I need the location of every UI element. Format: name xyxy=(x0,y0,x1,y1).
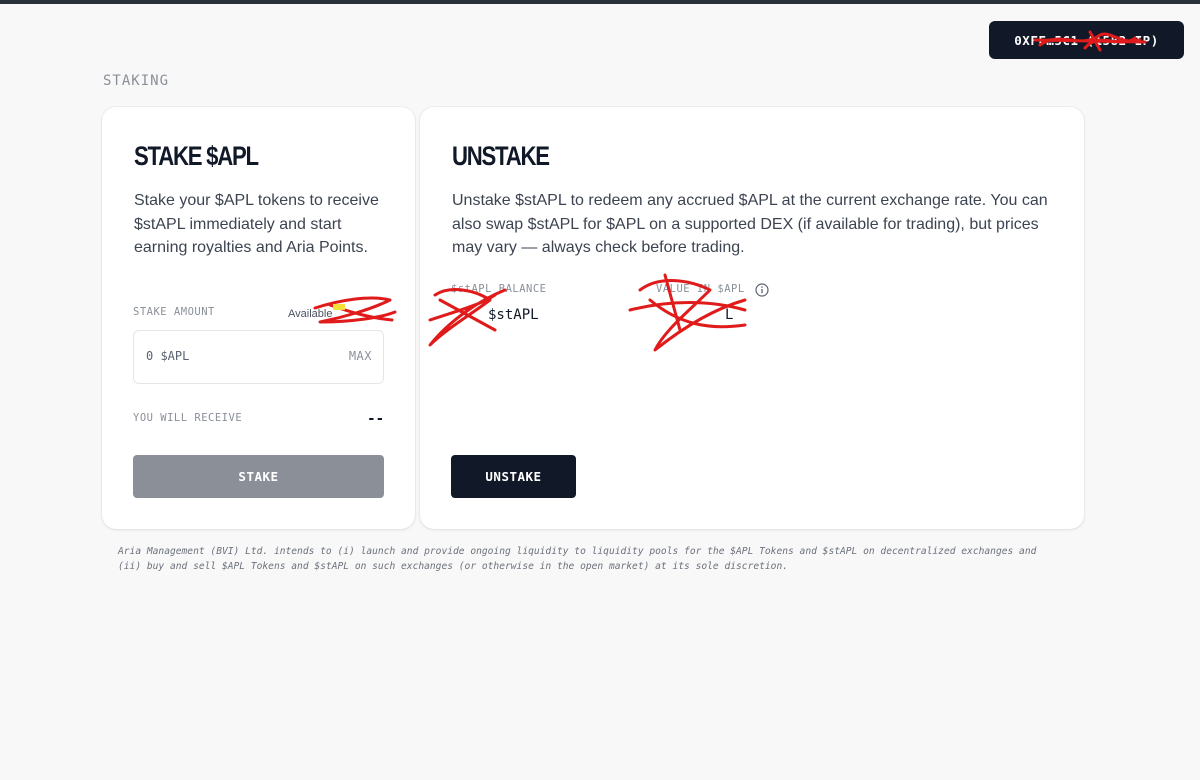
stapl-balance-value: $stAPL xyxy=(488,307,539,323)
disclaimer-text: Aria Management (BVI) Ltd. intends to (i… xyxy=(118,546,1037,572)
unstake-description: Unstake $stAPL to redeem any accrued $AP… xyxy=(452,192,1048,256)
top-bar xyxy=(0,0,1200,4)
stapl-balance-label: $stAPL BALANCE xyxy=(451,283,547,295)
max-button[interactable]: MAX xyxy=(349,349,372,363)
value-in-apl-value: L xyxy=(725,307,734,323)
value-in-apl-label: VALUE IN $APL xyxy=(656,283,745,295)
stake-amount-label: STAKE AMOUNT xyxy=(133,306,215,318)
section-label: STAKING xyxy=(103,73,170,89)
receive-value: -- xyxy=(367,411,384,427)
unstake-card: UNSTAKE Unstake $stAPL to redeem any acc… xyxy=(420,107,1084,529)
receive-label: YOU WILL RECEIVE xyxy=(133,412,243,424)
stake-title: STAKE $APL xyxy=(134,141,259,171)
stake-amount-value: 0 $APL xyxy=(146,349,190,363)
stake-description: Stake your $APL tokens to receive $stAPL… xyxy=(134,192,379,256)
unstake-title: UNSTAKE xyxy=(452,141,550,171)
info-icon[interactable] xyxy=(755,283,769,297)
stake-amount-input[interactable]: 0 $APL MAX xyxy=(133,330,384,384)
stake-card: STAKE $APL Stake your $APL tokens to rec… xyxy=(102,107,415,529)
available-balance-label: Available xyxy=(288,308,333,320)
stake-button[interactable]: STAKE xyxy=(133,455,384,498)
wallet-button[interactable]: 0XFF…5C1 (1582 IP) xyxy=(989,21,1184,59)
unstake-button[interactable]: UNSTAKE xyxy=(451,455,576,498)
